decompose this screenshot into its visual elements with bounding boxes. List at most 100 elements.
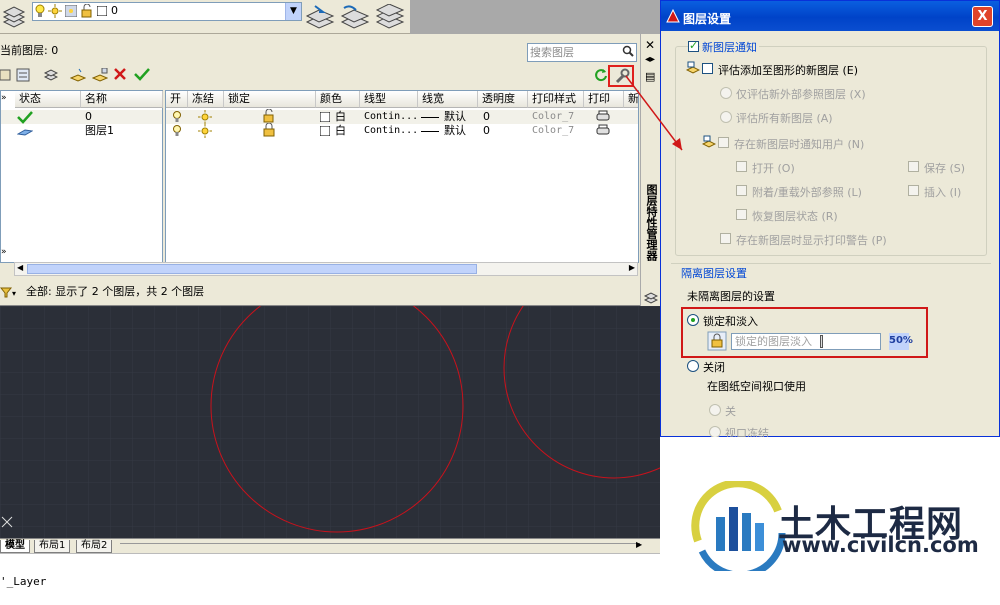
restore-state-checkbox[interactable]	[736, 209, 747, 220]
plot-warning-checkbox[interactable]	[720, 233, 731, 244]
dialog-title-bar[interactable]: 图层设置 X	[661, 1, 999, 31]
layer-manager-icon[interactable]	[2, 6, 26, 33]
new-layer-vp-frozen-icon[interactable]	[91, 67, 109, 85]
insert-checkbox[interactable]	[908, 185, 919, 196]
off-option-radio[interactable]	[709, 404, 721, 416]
col-lock[interactable]: 锁定	[224, 91, 316, 108]
close-palette-icon[interactable]: ✕	[645, 38, 655, 52]
eval-xref-radio[interactable]	[720, 87, 732, 99]
col-on[interactable]: 开	[166, 91, 188, 108]
layout-tabs-bar: 模型 布局1 布局2 ▶	[0, 538, 660, 553]
scroll-left-icon[interactable]: ◀	[17, 263, 23, 272]
set-current-icon[interactable]	[134, 67, 150, 84]
open-checkbox[interactable]	[736, 161, 747, 172]
tab-model[interactable]: 模型	[0, 540, 30, 553]
eval-xref-label: 仅评估新外部参照图层 (X)	[736, 88, 866, 101]
layer-states-manager-icon[interactable]	[43, 68, 59, 85]
slider-handle[interactable]	[820, 335, 823, 348]
lightbulb-icon[interactable]	[172, 124, 182, 141]
locked-fade-label: 锁定的图层淡入	[735, 335, 812, 348]
layer-lineweight[interactable]: 默认	[444, 110, 466, 124]
lock-icon[interactable]	[262, 122, 276, 141]
tab-layout2[interactable]: 布局2	[76, 540, 113, 553]
scrollbar-thumb[interactable]	[27, 264, 477, 274]
viewport-freeze-icon	[64, 4, 78, 20]
layer-combo[interactable]: 0 ▼	[32, 2, 302, 21]
current-layer-value: 0	[111, 4, 118, 17]
notify-when-new-checkbox[interactable]	[718, 137, 729, 148]
col-linetype[interactable]: 线型	[360, 91, 418, 108]
save-checkbox[interactable]	[908, 161, 919, 172]
layer-states-icon[interactable]	[375, 3, 405, 33]
layer-settings-dialog: 图层设置 X 新图层通知 评估添加至图形的新图层 (E) 仅评估新外部参照图层 …	[660, 0, 1000, 440]
collapse-arrow-icon[interactable]: »	[1, 93, 7, 103]
col-freeze[interactable]: 冻结	[188, 91, 224, 108]
save-label: 保存 (S)	[924, 162, 966, 175]
hscroll-track[interactable]	[120, 543, 640, 551]
new-layer-icon[interactable]	[69, 68, 87, 85]
col-status[interactable]: 状态	[15, 91, 81, 108]
command-line[interactable]: '_Layer	[0, 553, 660, 605]
col-lineweight[interactable]: 线宽	[418, 91, 478, 108]
isolate-divider	[671, 263, 991, 264]
evaluate-new-checkbox[interactable]	[702, 63, 713, 74]
tree-row-name: 0	[85, 110, 92, 123]
collapse-arrow-icon[interactable]: »	[1, 247, 7, 257]
status-text: 全部: 显示了 2 个图层，共 2 个图层	[26, 285, 205, 298]
lightbulb-icon	[35, 4, 45, 21]
layer-linetype[interactable]: Contin...	[364, 110, 418, 124]
filter-properties-icon[interactable]	[0, 68, 12, 85]
drawing-canvas[interactable]	[0, 306, 660, 538]
attach-reload-label: 附着/重载外部参照 (L)	[752, 186, 862, 199]
sun-icon	[48, 4, 62, 21]
layer-linetype[interactable]: Contin...	[364, 124, 418, 138]
chevron-down-icon[interactable]: ▼	[285, 3, 301, 20]
attach-reload-checkbox[interactable]	[736, 185, 747, 196]
horizontal-scrollbar[interactable]: ◀ ▶	[14, 262, 638, 276]
filter-tree-pane[interactable]: 状态 名称 » » 0 图层1	[0, 90, 163, 263]
layer-previous-icon[interactable]	[340, 4, 370, 33]
layer-row[interactable]: 白 Contin... 默认 0 Color_7	[166, 122, 638, 141]
col-color[interactable]: 颜色	[316, 91, 360, 108]
color-swatch-icon[interactable]	[319, 125, 331, 140]
isolate-group-title: 隔离图层设置	[681, 267, 747, 280]
evaluate-new-label: 评估添加至图形的新图层 (E)	[718, 64, 859, 77]
col-transparency[interactable]: 透明度	[478, 91, 528, 108]
eval-all-radio[interactable]	[720, 111, 732, 123]
col-name[interactable]: 名称	[81, 91, 163, 108]
dialog-title: 图层设置	[683, 12, 732, 26]
brand-url: www.civilcn.com	[782, 533, 979, 557]
delete-layer-icon[interactable]	[113, 67, 127, 84]
notify-user-icon	[701, 135, 717, 152]
col-plot-style[interactable]: 打印样式	[528, 91, 584, 108]
layer-color: 白	[335, 110, 346, 123]
tab-layout1[interactable]: 布局1	[34, 540, 71, 553]
layer-lineweight[interactable]: 默认	[444, 124, 466, 138]
layer-transparency[interactable]: 0	[483, 124, 490, 138]
off-radio[interactable]	[687, 360, 699, 372]
sun-icon[interactable]	[198, 124, 212, 142]
layer-row[interactable]: 白 Contin... 默认 0 Color_7	[166, 108, 638, 124]
lock-and-fade-radio[interactable]	[687, 314, 699, 326]
make-current-layer-icon[interactable]	[305, 4, 335, 33]
tree-row[interactable]: 0	[1, 110, 162, 124]
restore-state-label: 恢复图层状态 (R)	[752, 210, 838, 223]
scroll-right-icon[interactable]: ▶	[629, 263, 635, 272]
close-button[interactable]: X	[972, 6, 993, 27]
command-text: '_Layer	[0, 575, 47, 588]
layer-transparency[interactable]: 0	[483, 110, 490, 124]
autocad-icon	[666, 8, 680, 26]
tree-row[interactable]: 图层1	[1, 124, 162, 138]
scroll-right-icon[interactable]: ▶	[636, 540, 642, 549]
group-filter-icon[interactable]	[16, 68, 30, 85]
locked-fade-slider[interactable]: 锁定的图层淡入	[731, 333, 881, 350]
plot-warning-label: 存在新图层时显示打印警告 (P)	[736, 234, 887, 247]
layer-grid[interactable]: 开 冻结 锁定 颜色 线型 线宽 透明度 打印样式 打印 新 白 Contin.…	[165, 90, 639, 263]
fade-value[interactable]: 50%	[889, 333, 913, 350]
eval-all-label: 评估所有新图层 (A)	[736, 112, 833, 125]
in-paper-space-label: 在图纸空间视口使用	[707, 380, 806, 393]
palette-status-bar: ▾ 全部: 显示了 2 个图层，共 2 个图层	[0, 283, 640, 301]
filter-icon[interactable]: ▾	[0, 286, 18, 304]
new-layer-notify-checkbox[interactable]	[688, 39, 699, 52]
new-layer-group: 新图层通知 评估添加至图形的新图层 (E) 仅评估新外部参照图层 (X) 评估所…	[675, 39, 987, 256]
